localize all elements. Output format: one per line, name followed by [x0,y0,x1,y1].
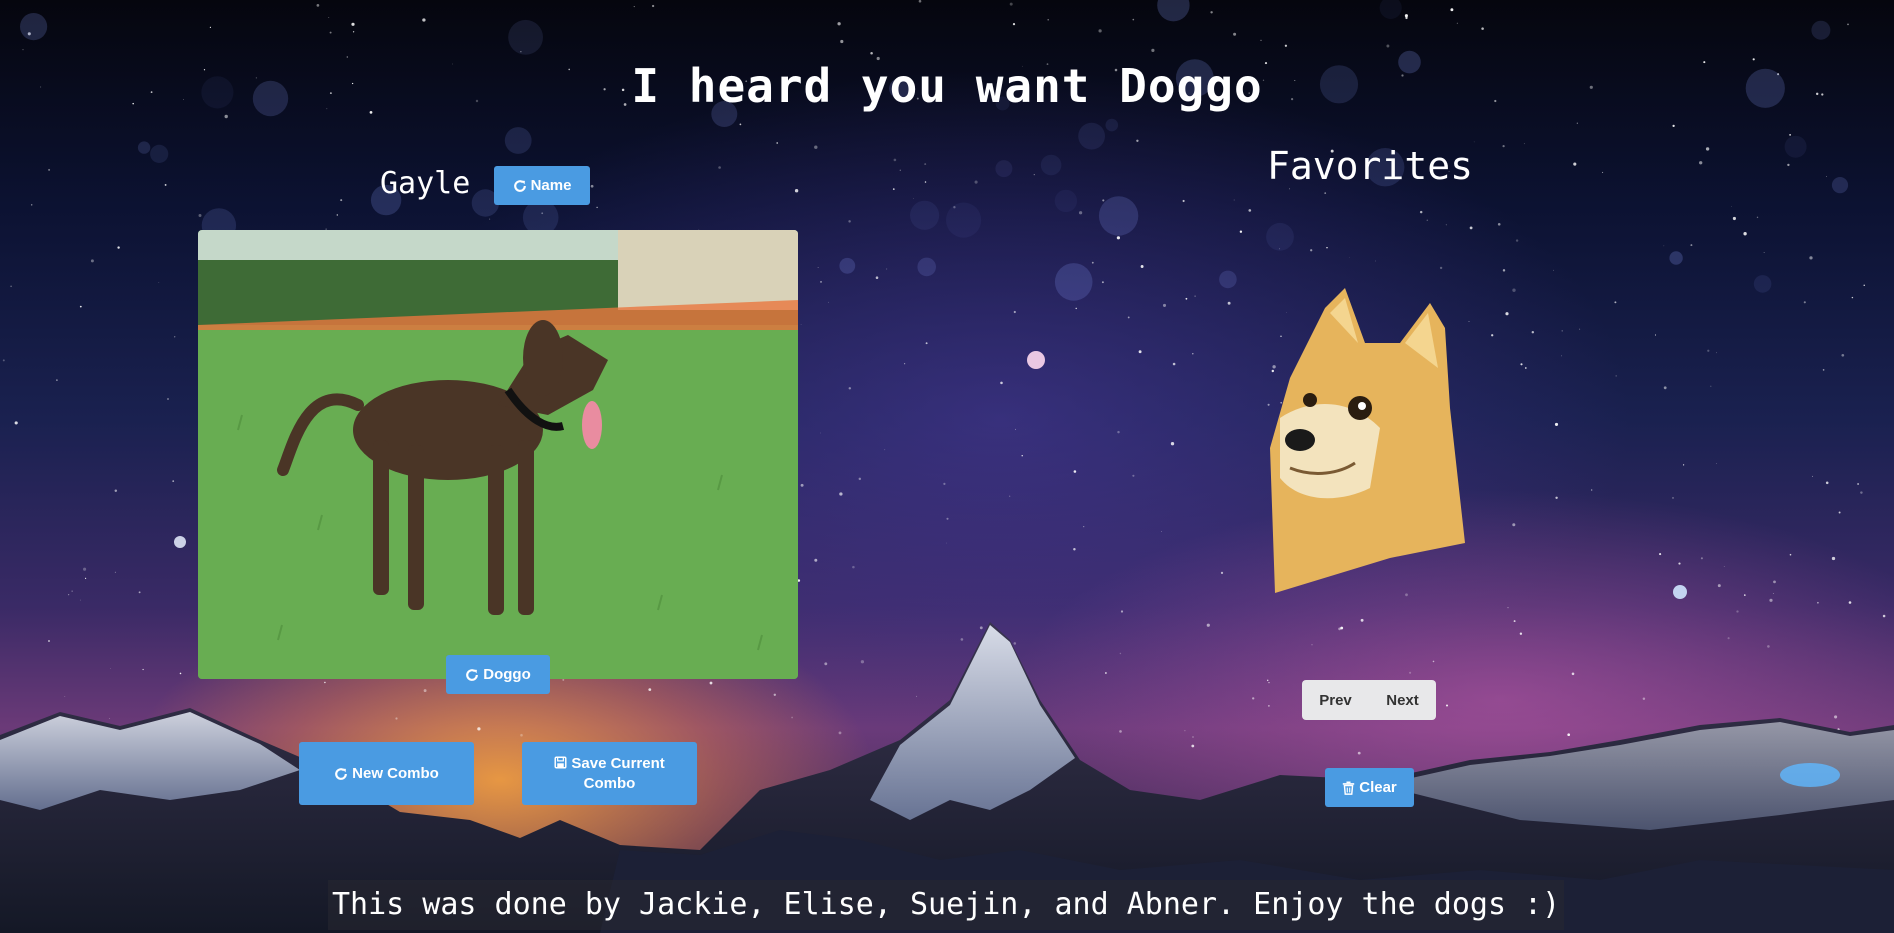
new-doggo-button[interactable]: Doggo [446,655,550,694]
save-combo-button[interactable]: Save Current Combo [522,742,697,805]
trash-icon [1342,781,1355,795]
save-combo-button-label: Save Current Combo [571,755,665,792]
new-name-button[interactable]: Name [494,166,590,205]
next-button[interactable]: Next [1369,680,1436,720]
favorites-heading: Favorites [1267,144,1473,188]
footer-credit: This was done by Jackie, Elise, Suejin, … [328,880,1565,930]
floppy-disk-icon [554,756,567,769]
page-title: I heard you want Doggo [631,58,1263,113]
new-combo-button[interactable]: New Combo [299,742,474,805]
refresh-icon [513,179,527,193]
dog-photo [198,230,798,679]
clear-button-label: Clear [1359,778,1397,796]
new-combo-button-label: New Combo [352,764,439,782]
doggo-button-label: Doggo [483,665,531,683]
clear-favorites-button[interactable]: Clear [1325,768,1414,807]
refresh-icon [334,767,348,781]
favorite-dog-image [1270,288,1470,593]
dog-name-label: Gayle [380,166,471,201]
favorites-pager: Prev Next [1302,680,1436,720]
refresh-icon [465,668,479,682]
name-button-label: Name [530,176,572,194]
prev-button[interactable]: Prev [1302,680,1369,720]
